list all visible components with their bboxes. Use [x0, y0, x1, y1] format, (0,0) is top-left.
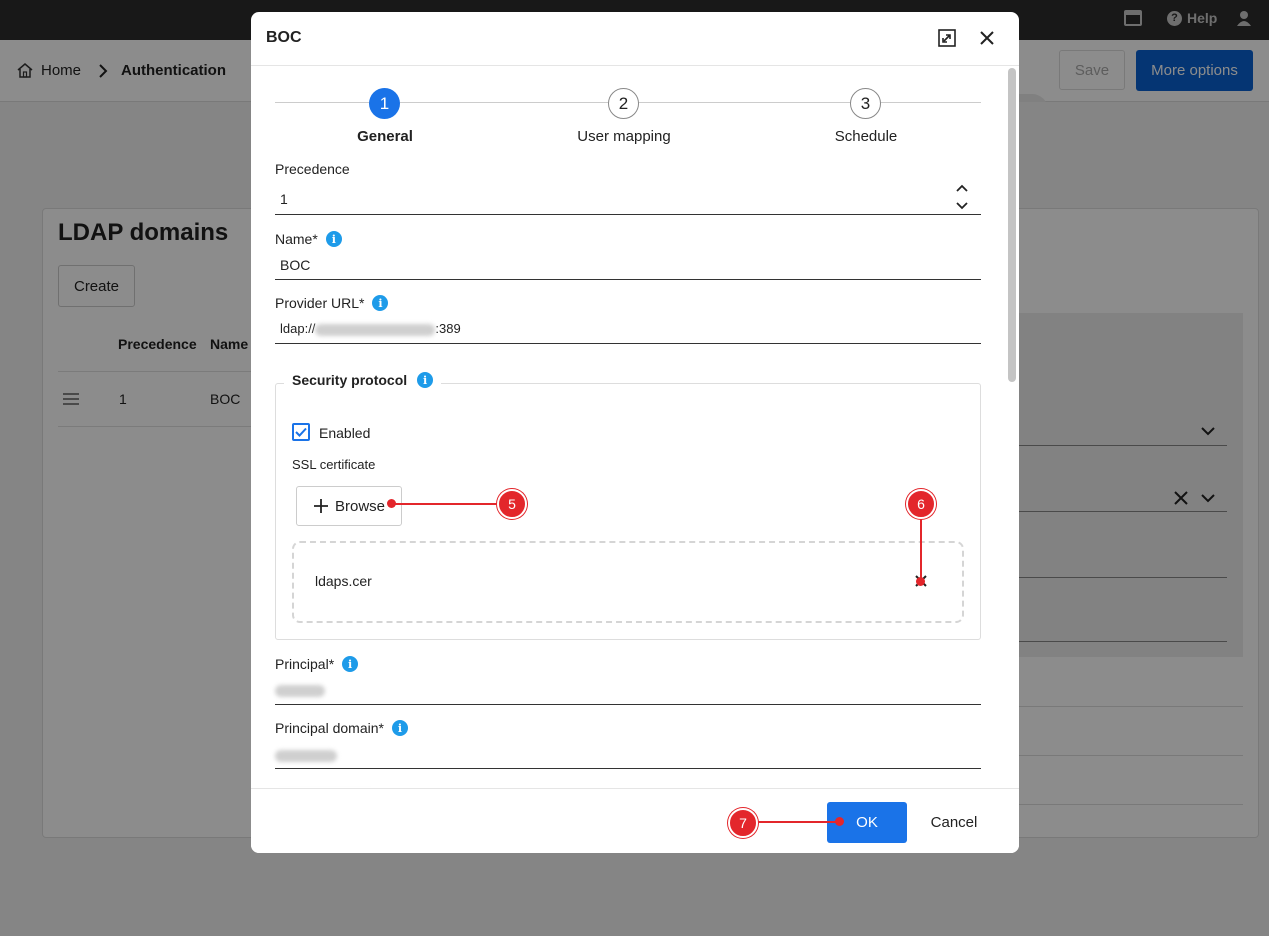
provider-url-label-text: Provider URL*: [275, 295, 365, 311]
provider-url-label: Provider URL* i: [275, 295, 389, 311]
annotation-7-badge: 7: [728, 808, 758, 838]
name-input[interactable]: BOC: [280, 257, 310, 273]
principal-label: Principal* i: [275, 656, 359, 672]
principal-underline: [275, 704, 981, 705]
precedence-input[interactable]: 1: [280, 191, 288, 207]
precedence-underline: [275, 214, 981, 215]
step-2-indicator[interactable]: 2: [608, 88, 639, 119]
redacted-value: [275, 685, 325, 698]
cancel-button[interactable]: Cancel: [917, 802, 991, 843]
step-3-label[interactable]: Schedule: [786, 128, 946, 145]
annotation-5-line: [392, 503, 500, 505]
plus-icon: [313, 499, 328, 513]
spinner-icon[interactable]: [955, 184, 969, 210]
browse-label: Browse: [334, 497, 386, 515]
annotation-6-line: [920, 518, 922, 581]
principal-domain-underline: [275, 768, 981, 769]
principal-domain-input[interactable]: [275, 747, 337, 763]
dialog-body[interactable]: 1 2 3 General User mapping Schedule Prec…: [251, 12, 1019, 787]
annotation-5-dot: [387, 499, 396, 508]
name-label-text: Name*: [275, 231, 318, 247]
certificate-dropzone[interactable]: [292, 541, 964, 623]
info-icon[interactable]: i: [417, 372, 434, 388]
step-1-label[interactable]: General: [305, 128, 465, 145]
principal-input[interactable]: [275, 682, 325, 698]
scrollbar[interactable]: [1008, 68, 1016, 382]
provider-url-underline: [275, 343, 981, 344]
provider-url-prefix: ldap://: [280, 321, 316, 336]
dialog-footer: OK Cancel: [251, 788, 1019, 853]
principal-label-text: Principal*: [275, 656, 335, 672]
annotation-7-dot: [835, 817, 844, 826]
precedence-label: Precedence: [275, 161, 350, 177]
check-icon: [295, 427, 307, 437]
info-icon[interactable]: i: [391, 720, 408, 736]
annotation-5-badge: 5: [497, 489, 527, 519]
info-icon[interactable]: i: [325, 231, 342, 247]
next-field-label-partial: [275, 784, 385, 787]
annotation-6-badge: 6: [906, 489, 936, 519]
principal-domain-label-text: Principal domain*: [275, 720, 384, 736]
annotation-7-line: [757, 821, 841, 823]
annotation-6-dot: [916, 577, 925, 586]
step-3-indicator[interactable]: 3: [850, 88, 881, 119]
certificate-file-name: ldaps.cer: [315, 573, 372, 589]
info-icon[interactable]: i: [342, 656, 359, 672]
name-underline: [275, 279, 981, 280]
step-1-indicator[interactable]: 1: [369, 88, 400, 119]
name-label: Name* i: [275, 231, 342, 247]
enabled-checkbox[interactable]: [292, 423, 310, 441]
security-protocol-legend: Security protocol i: [284, 372, 442, 388]
step-2-label[interactable]: User mapping: [544, 128, 704, 145]
principal-domain-label: Principal domain* i: [275, 720, 408, 736]
redacted-value: [275, 750, 337, 763]
provider-url-input[interactable]: ldap:// :389: [280, 321, 461, 336]
browse-button[interactable]: Browse: [296, 486, 402, 526]
provider-url-port: :389: [435, 321, 461, 336]
ssl-certificate-label: SSL certificate: [292, 457, 376, 472]
ldap-domain-dialog: BOC 1 2 3 General User mapping Schedule …: [251, 12, 1019, 853]
security-protocol-title: Security protocol: [292, 372, 408, 388]
precedence-label-text: Precedence: [275, 161, 350, 177]
info-icon[interactable]: i: [372, 295, 389, 311]
redacted-host: [315, 323, 436, 336]
enabled-label[interactable]: Enabled: [319, 425, 370, 441]
